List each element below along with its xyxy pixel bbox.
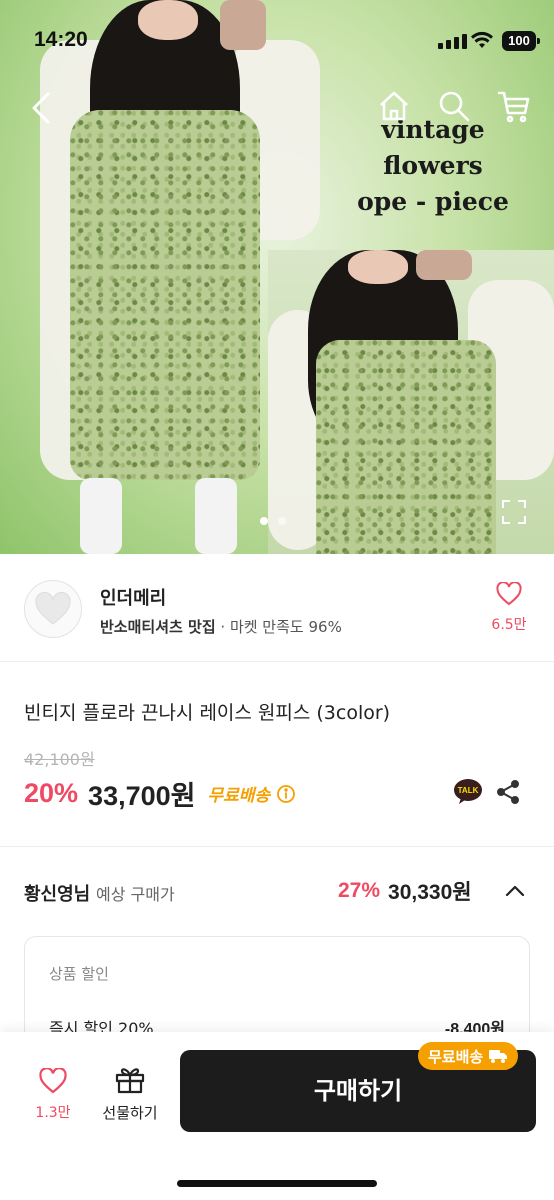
store-name[interactable]: 인더메리 — [100, 584, 166, 610]
carousel-dot[interactable] — [278, 517, 286, 525]
like-count: 1.3만 — [35, 1105, 71, 1121]
heart-icon — [39, 1067, 67, 1094]
user-name: 황신영님 — [24, 884, 91, 905]
gift-icon — [115, 1068, 145, 1094]
free-shipping-badge-label: 무료배송 — [428, 1047, 484, 1066]
expected-price-label: 황신영님 예상 구매가 — [24, 880, 175, 906]
original-price: 42,100원 — [24, 750, 95, 769]
expected-price-value: 27% 30,330원 — [338, 876, 472, 906]
wifi-icon — [471, 31, 493, 48]
gift-label: 선물하기 — [102, 1104, 158, 1122]
expected-price: 30,330원 — [388, 881, 472, 904]
product-image-carousel[interactable]: vintage flowers ope - piece — [0, 0, 554, 554]
home-icon[interactable] — [376, 88, 412, 124]
kakao-talk-label: TALK — [458, 786, 479, 795]
discount-rate: 20% — [24, 778, 79, 808]
info-icon[interactable] — [276, 784, 296, 804]
price-row: 20% 33,700원 무료배송 — [24, 774, 296, 813]
truck-icon — [489, 1050, 508, 1063]
hero-caption: vintage flowers ope - piece — [338, 112, 528, 220]
free-shipping-label: 무료배송 — [207, 786, 271, 806]
expected-discount: 27% — [338, 879, 381, 902]
store-like-count: 6.5만 — [491, 617, 527, 633]
heart-icon — [496, 581, 522, 606]
battery-indicator: 100 — [502, 31, 540, 51]
heart-logo-icon — [35, 592, 71, 625]
free-shipping-badge: 무료배송 — [418, 1042, 519, 1070]
back-icon[interactable] — [26, 88, 60, 128]
gift-button[interactable]: 선물하기 — [96, 1066, 164, 1123]
hero-caption-line: flowers — [383, 151, 483, 180]
cellular-signal-icon — [438, 34, 467, 49]
store-avatar[interactable] — [24, 580, 82, 638]
discount-detail-header: 상품 할인 — [49, 965, 109, 983]
carousel-dot[interactable] — [260, 517, 268, 525]
chevron-up-icon[interactable] — [503, 879, 527, 903]
store-category: 반소매티셔츠 맛집 — [100, 618, 216, 636]
search-icon[interactable] — [436, 88, 472, 124]
store-info[interactable]: 인더메리 반소매티셔츠 맛집 · 마켓 만족도 96% 6.5만 — [0, 554, 554, 662]
kakao-talk-icon[interactable]: TALK — [453, 778, 483, 806]
status-bar: 14:20 100 — [0, 0, 554, 80]
section-divider — [0, 846, 554, 847]
expand-icon[interactable] — [500, 498, 528, 526]
home-indicator — [177, 1180, 377, 1187]
like-button[interactable]: 1.3만 — [30, 1067, 76, 1122]
status-time: 14:20 — [34, 28, 88, 51]
hero-caption-line: ope - piece — [357, 187, 509, 216]
share-icon[interactable] — [496, 780, 520, 804]
cart-icon[interactable] — [496, 88, 532, 124]
carousel-indicator — [260, 517, 286, 525]
product-title: 빈티지 플로라 끈나시 레이스 원피스 (3color) — [24, 702, 391, 724]
bottom-action-bar: 1.3만 선물하기 구매하기 무료배송 — [0, 1032, 554, 1200]
expected-price-caption: 예상 구매가 — [95, 885, 175, 904]
store-satisfaction: · 마켓 만족도 96% — [220, 618, 342, 636]
sale-price: 33,700원 — [88, 781, 196, 811]
store-like-button[interactable]: 6.5만 — [484, 581, 534, 634]
store-subtitle: 반소매티셔츠 맛집 · 마켓 만족도 96% — [100, 616, 342, 637]
